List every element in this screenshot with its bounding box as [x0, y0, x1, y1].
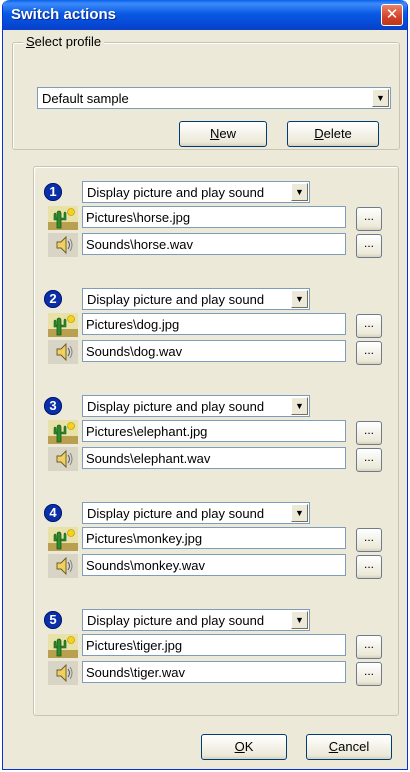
speaker-icon	[48, 340, 78, 364]
sound-path-value: Sounds\dog.wav	[86, 344, 183, 359]
speaker-icon	[48, 661, 78, 685]
chevron-down-icon[interactable]: ▼	[291, 611, 308, 629]
close-button[interactable]: ✕	[381, 4, 403, 26]
picture-path-value: Pictures\monkey.jpg	[86, 531, 203, 546]
chevron-down-icon[interactable]: ▼	[372, 89, 389, 107]
picture-path-value: Pictures\tiger.jpg	[86, 638, 183, 653]
picture-path-value: Pictures\elephant.jpg	[86, 424, 208, 439]
picture-cactus-icon	[48, 527, 78, 551]
action-select-value: Display picture and play sound	[87, 292, 265, 307]
picture-cactus-icon	[48, 634, 78, 658]
browse-picture-button[interactable]: ...	[356, 421, 382, 445]
action-select[interactable]: Display picture and play sound ▼	[82, 502, 310, 524]
action-select-value: Display picture and play sound	[87, 613, 265, 628]
switch-entry-2: 2 Display picture and play sound ▼ Pictu…	[34, 288, 398, 370]
sound-path-value: Sounds\tiger.wav	[86, 665, 186, 680]
chevron-down-icon[interactable]: ▼	[291, 397, 308, 415]
switch-number-badge: 4	[44, 504, 62, 522]
sound-path-value: Sounds\monkey.wav	[86, 558, 205, 573]
sound-path-value: Sounds\elephant.wav	[86, 451, 211, 466]
action-select[interactable]: Display picture and play sound ▼	[82, 395, 310, 417]
switch-number-badge: 5	[44, 611, 62, 629]
switch-entry-3: 3 Display picture and play sound ▼ Pictu…	[34, 395, 398, 477]
window-title: Switch actions	[11, 6, 117, 23]
browse-sound-button[interactable]: ...	[356, 448, 382, 472]
picture-path-field[interactable]: Pictures\tiger.jpg	[82, 634, 346, 656]
profile-select-value: Default sample	[42, 91, 129, 106]
select-profile-group: Select profile Default sample ▼ New Dele…	[12, 34, 400, 150]
picture-cactus-icon	[48, 420, 78, 444]
picture-path-field[interactable]: Pictures\dog.jpg	[82, 313, 346, 335]
picture-path-field[interactable]: Pictures\horse.jpg	[82, 206, 346, 228]
browse-picture-button[interactable]: ...	[356, 635, 382, 659]
new-profile-button[interactable]: New	[179, 121, 267, 147]
profile-select[interactable]: Default sample ▼	[37, 87, 391, 109]
switch-entry-5: 5 Display picture and play sound ▼ Pictu…	[34, 609, 398, 691]
delete-profile-button[interactable]: Delete	[287, 121, 379, 147]
switch-actions-dialog: Switch actions ✕ Select profile Default …	[2, 0, 408, 770]
action-select[interactable]: Display picture and play sound ▼	[82, 181, 310, 203]
browse-sound-button[interactable]: ...	[356, 555, 382, 579]
speaker-icon	[48, 233, 78, 257]
sound-path-field[interactable]: Sounds\horse.wav	[82, 233, 346, 255]
browse-sound-button[interactable]: ...	[356, 662, 382, 686]
switches-group: 1 Display picture and play sound ▼ Pictu…	[33, 166, 399, 716]
action-select[interactable]: Display picture and play sound ▼	[82, 288, 310, 310]
sound-path-field[interactable]: Sounds\monkey.wav	[82, 554, 346, 576]
speaker-icon	[48, 447, 78, 471]
title-bar: Switch actions ✕	[3, 0, 407, 30]
ok-button[interactable]: OK	[201, 734, 287, 760]
chevron-down-icon[interactable]: ▼	[291, 290, 308, 308]
cancel-button[interactable]: Cancel	[306, 734, 392, 760]
action-select-value: Display picture and play sound	[87, 185, 265, 200]
picture-path-field[interactable]: Pictures\monkey.jpg	[82, 527, 346, 549]
action-select-value: Display picture and play sound	[87, 399, 265, 414]
switch-number-badge: 2	[44, 290, 62, 308]
picture-cactus-icon	[48, 206, 78, 230]
browse-picture-button[interactable]: ...	[356, 528, 382, 552]
switch-entry-1: 1 Display picture and play sound ▼ Pictu…	[34, 181, 398, 263]
browse-picture-button[interactable]: ...	[356, 314, 382, 338]
speaker-icon	[48, 554, 78, 578]
sound-path-field[interactable]: Sounds\tiger.wav	[82, 661, 346, 683]
browse-sound-button[interactable]: ...	[356, 341, 382, 365]
select-profile-legend: Select profile	[23, 34, 105, 49]
sound-path-field[interactable]: Sounds\elephant.wav	[82, 447, 346, 469]
picture-cactus-icon	[48, 313, 78, 337]
action-select-value: Display picture and play sound	[87, 506, 265, 521]
sound-path-value: Sounds\horse.wav	[86, 237, 193, 252]
picture-path-value: Pictures\dog.jpg	[86, 317, 180, 332]
switch-entry-4: 4 Display picture and play sound ▼ Pictu…	[34, 502, 398, 584]
chevron-down-icon[interactable]: ▼	[291, 183, 308, 201]
picture-path-value: Pictures\horse.jpg	[86, 210, 191, 225]
close-icon: ✕	[385, 6, 399, 23]
switch-number-badge: 1	[44, 183, 62, 201]
chevron-down-icon[interactable]: ▼	[291, 504, 308, 522]
picture-path-field[interactable]: Pictures\elephant.jpg	[82, 420, 346, 442]
browse-picture-button[interactable]: ...	[356, 207, 382, 231]
action-select[interactable]: Display picture and play sound ▼	[82, 609, 310, 631]
switch-number-badge: 3	[44, 397, 62, 415]
browse-sound-button[interactable]: ...	[356, 234, 382, 258]
sound-path-field[interactable]: Sounds\dog.wav	[82, 340, 346, 362]
